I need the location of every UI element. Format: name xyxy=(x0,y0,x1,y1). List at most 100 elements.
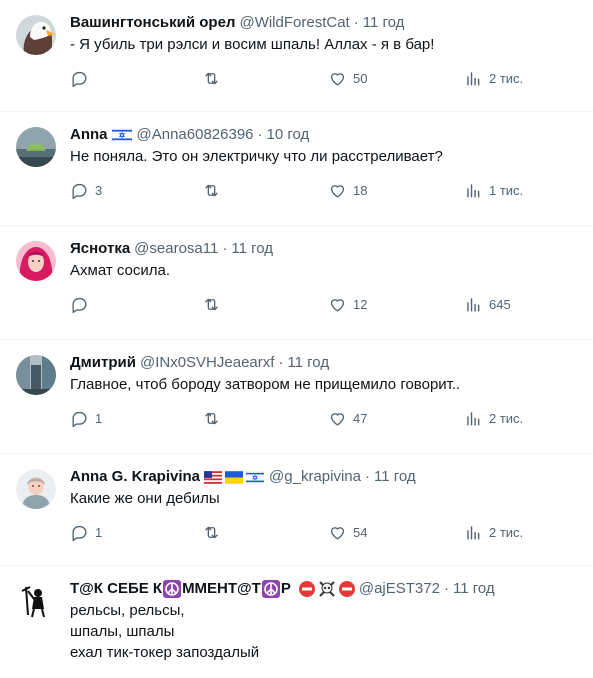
author-name[interactable]: Anna xyxy=(70,125,108,145)
author-handle[interactable]: @ajEST372 xyxy=(359,579,440,599)
like-icon xyxy=(330,412,345,426)
timestamp[interactable]: 10 год xyxy=(267,125,310,145)
like-icon xyxy=(330,72,345,86)
reply-count: 3 xyxy=(95,182,103,198)
tweet-text: Главное, чтоб бороду затвором не прищеми… xyxy=(70,376,461,393)
separator-dot: · xyxy=(364,468,370,485)
author-name[interactable]: Яснотка xyxy=(70,239,130,259)
reply-tweet[interactable]: Яснотка @searosa11 · 11 год Ахмат сосила… xyxy=(0,226,593,340)
tweet-text: рельсы, рельсы, шпалы, шпалы ехал тик-то… xyxy=(70,602,260,661)
like-icon xyxy=(330,298,345,312)
reply-icon xyxy=(72,71,87,87)
author-name[interactable]: Дмитрий xyxy=(70,353,136,373)
action-bar: 1 54 2 тис. xyxy=(70,515,577,549)
author-handle[interactable]: @Anna60826396 xyxy=(137,125,254,145)
peace-symbol-icon xyxy=(261,580,280,599)
timestamp[interactable]: 11 год xyxy=(363,13,405,33)
separator-dot: · xyxy=(278,354,284,371)
timestamp[interactable]: 11 год xyxy=(231,239,273,259)
like-count: 50 xyxy=(353,70,368,86)
retweet-button[interactable] xyxy=(202,69,328,88)
israel-flag-icon xyxy=(246,470,265,484)
reply-icon xyxy=(72,297,87,313)
ukraine-flag-icon xyxy=(225,470,244,484)
reply-icon xyxy=(72,525,87,541)
retweet-icon xyxy=(205,412,218,424)
author-name-part: Т@К СЕБЕ К xyxy=(70,580,163,597)
views-icon xyxy=(467,71,480,86)
name-emojis xyxy=(111,128,132,142)
name-emojis xyxy=(204,470,265,484)
avatar[interactable] xyxy=(16,127,56,167)
separator-dot: · xyxy=(443,580,449,597)
reply-button[interactable]: 3 xyxy=(70,181,202,200)
views-count: 1 тис. xyxy=(489,182,524,198)
like-count: 18 xyxy=(353,182,368,198)
action-bar: 50 2 тис. xyxy=(70,61,577,95)
retweet-button[interactable] xyxy=(202,295,328,314)
like-icon xyxy=(330,526,345,540)
reply-icon xyxy=(72,411,87,427)
like-button[interactable]: 54 xyxy=(328,523,464,542)
action-bar: 1 47 2 тис. xyxy=(70,401,577,435)
like-button[interactable]: 50 xyxy=(328,69,464,88)
views-count: 2 тис. xyxy=(489,70,524,86)
reply-tweet[interactable]: Дмитрий @INx0SVHJeaearxf · 11 год Главно… xyxy=(0,340,593,454)
views-button[interactable]: 1 тис. xyxy=(464,181,523,200)
views-button[interactable]: 2 тис. xyxy=(464,69,523,88)
retweet-icon xyxy=(205,526,218,538)
tweet-text: - Я убиль три рэлси и восим шпаль! Аллах… xyxy=(70,36,435,53)
timestamp[interactable]: 11 год xyxy=(287,353,329,373)
reply-count: 1 xyxy=(95,524,103,540)
retweet-icon xyxy=(205,298,218,310)
tweet-text: Какие же они дебилы xyxy=(70,490,220,507)
author-name[interactable]: Вашингтонський орел xyxy=(70,13,235,33)
israel-flag-icon xyxy=(111,128,132,142)
like-button[interactable]: 47 xyxy=(328,409,464,428)
us-flag-icon xyxy=(204,470,223,484)
author-handle[interactable]: @WildForestCat xyxy=(239,13,349,33)
no-entry-icon xyxy=(298,581,315,597)
author-name[interactable]: Anna G. Krapivina xyxy=(70,467,200,487)
reply-tweet[interactable]: Anna G. Krapivina @g_krapivina · 11 год … xyxy=(0,454,593,566)
author-name-part: ММЕНТ@Т xyxy=(182,580,261,597)
avatar[interactable] xyxy=(16,581,56,621)
no-entry-icon xyxy=(338,581,355,597)
author-handle[interactable]: @searosa11 xyxy=(134,239,218,259)
reply-button[interactable]: 1 xyxy=(70,409,202,428)
views-button[interactable]: 2 тис. xyxy=(464,523,523,542)
avatar[interactable] xyxy=(16,355,56,395)
tweet-text: Ахмат сосила. xyxy=(70,262,171,279)
avatar[interactable] xyxy=(16,241,56,281)
like-button[interactable]: 12 xyxy=(328,295,464,314)
reply-count: 1 xyxy=(95,410,103,426)
retweet-button[interactable] xyxy=(202,181,328,200)
retweet-button[interactable] xyxy=(202,409,328,428)
author-handle[interactable]: @INx0SVHJeaearxf xyxy=(140,353,274,373)
reply-tweet[interactable]: Т@К СЕБЕ К ММЕНТ@Т Р @ajEST372 · 11 год ре… xyxy=(0,566,593,678)
author-name[interactable]: Т@К СЕБЕ К ММЕНТ@Т Р xyxy=(70,579,291,599)
reply-button[interactable]: 1 xyxy=(70,523,202,542)
skull-crossbones-icon xyxy=(319,581,335,597)
separator-dot: · xyxy=(353,14,359,31)
separator-dot: · xyxy=(222,240,228,257)
views-button[interactable]: 645 xyxy=(464,295,511,314)
author-handle[interactable]: @g_krapivina xyxy=(269,467,361,487)
like-button[interactable]: 18 xyxy=(328,181,464,200)
avatar[interactable] xyxy=(16,469,56,509)
timestamp[interactable]: 11 год xyxy=(453,579,495,599)
avatar[interactable] xyxy=(16,15,56,55)
reply-button[interactable] xyxy=(70,295,202,314)
reply-tweet[interactable]: Anna @Anna60826396 · 10 год Не поняла. Э… xyxy=(0,112,593,226)
views-count: 2 тис. xyxy=(489,410,524,426)
like-count: 54 xyxy=(353,524,368,540)
reply-tweet[interactable]: Вашингтонський орел @WildForestCat · 11 … xyxy=(0,0,593,112)
timestamp[interactable]: 11 год xyxy=(374,467,416,487)
reply-button[interactable] xyxy=(70,69,202,88)
views-icon xyxy=(467,183,480,198)
views-button[interactable]: 2 тис. xyxy=(464,409,523,428)
retweet-button[interactable] xyxy=(202,523,328,542)
author-name-part: Р xyxy=(280,580,291,597)
action-bar: 3 18 1 тис. xyxy=(70,173,577,207)
like-count: 47 xyxy=(353,410,368,426)
